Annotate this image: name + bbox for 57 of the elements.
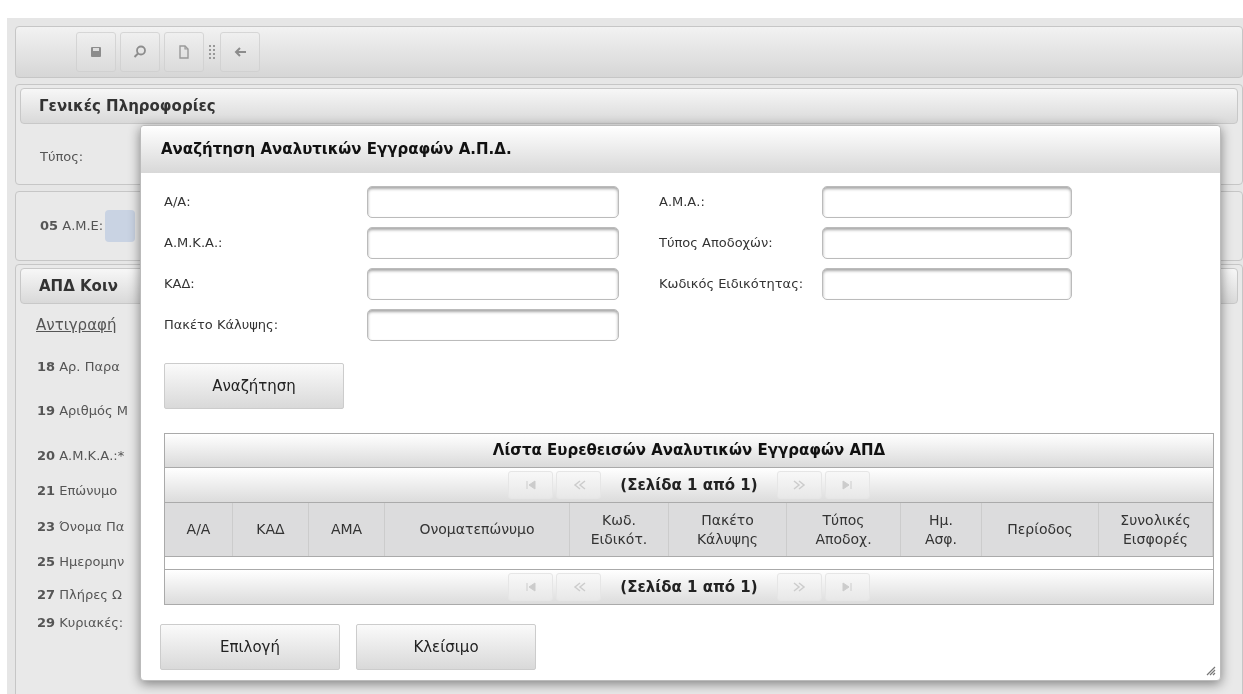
save-icon (88, 44, 104, 60)
dialog-title: Αναζήτηση Αναλυτικών Εγγραφών Α.Π.Δ. (141, 126, 1220, 173)
column-header[interactable]: ΚΑΔ (233, 503, 309, 556)
document-icon (176, 44, 192, 60)
column-header[interactable]: Πακέτο Κάλυψης (669, 503, 787, 556)
column-header[interactable]: Περίοδος (982, 503, 1099, 556)
column-header[interactable]: Κωδ. Ειδικότ. (570, 503, 669, 556)
input-field[interactable] (822, 268, 1072, 300)
input-field[interactable] (367, 309, 619, 341)
column-header[interactable]: Α/Α (165, 503, 233, 556)
field-label: 18 Αρ. Παρα (37, 357, 120, 376)
field-label: 20 Α.Μ.Κ.Α.:* (37, 446, 125, 465)
input-field[interactable] (822, 186, 1072, 218)
field-label: 27 Πλήρες Ω (37, 585, 122, 604)
grip-icon (208, 45, 216, 59)
field-label: Α/Α: (164, 193, 192, 212)
field-label: Τύπος: (40, 148, 84, 166)
previous-page-icon (571, 478, 586, 492)
table-title: Λίστα Ευρεθεισών Αναλυτικών Εγγραφών ΑΠΔ (165, 434, 1213, 468)
page-label: (Σελίδα 1 από 1) (620, 474, 758, 496)
copy-link[interactable]: Αντιγραφή (36, 314, 117, 337)
input-field[interactable] (105, 210, 136, 242)
last-page-icon (840, 478, 855, 492)
input-field[interactable] (822, 227, 1072, 259)
field-label: ΚΑΔ: (164, 275, 196, 294)
field-label: Α.Μ.Α.: (659, 193, 706, 212)
previous-page-icon (571, 580, 586, 594)
input-field[interactable] (367, 186, 619, 218)
column-header[interactable]: Ονοματεπώνυμο (385, 503, 570, 556)
column-header[interactable]: Ημ. Ασφ. (901, 503, 982, 556)
input-field[interactable] (367, 268, 619, 300)
column-header[interactable]: ΑΜΑ (309, 503, 385, 556)
field-label: 29 Κυριακές: (37, 614, 124, 632)
field-label: 21 Επώνυμο (37, 482, 118, 500)
field-label: Κωδικός Ειδικότητας: (659, 275, 805, 294)
search-icon (132, 44, 148, 60)
panel-header: Γενικές Πληροφορίες (20, 88, 1238, 124)
field-label: 25 Ημερομην (37, 553, 125, 571)
next-page-icon (792, 580, 807, 594)
column-header[interactable]: Συνολικές Εισφορές (1099, 503, 1213, 556)
next-page-icon (792, 478, 807, 492)
field-label: Τύπος Αποδοχών: (659, 234, 774, 253)
search-button[interactable]: Αναζήτηση (164, 363, 344, 409)
field-label: 05 Α.Μ.Ε: (39, 217, 104, 236)
first-page-icon (523, 478, 538, 492)
first-page-icon (523, 580, 538, 594)
dialog-button[interactable]: Κλείσιμο (356, 624, 536, 670)
last-page-icon (840, 580, 855, 594)
field-label: 23 Όνομα Πα (37, 517, 125, 536)
resize-grip-icon (1206, 666, 1216, 676)
field-label: Α.Μ.Κ.Α.: (164, 234, 224, 253)
dialog-button[interactable]: Επιλογή (160, 624, 340, 670)
input-field[interactable] (367, 227, 619, 259)
page-label: (Σελίδα 1 από 1) (620, 576, 758, 598)
field-label: 19 Αριθμός Μ (37, 402, 128, 420)
column-header[interactable]: Τύπος Αποδοχ. (787, 503, 901, 556)
field-label: Πακέτο Κάλυψης: (164, 316, 280, 335)
